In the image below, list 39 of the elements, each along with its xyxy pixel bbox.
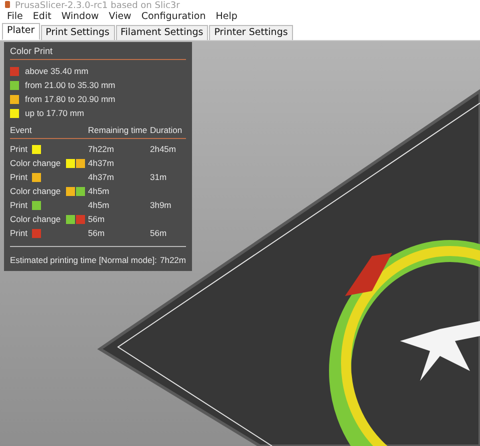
- remaining-time: 56m: [88, 228, 105, 238]
- menu-item[interactable]: Edit: [28, 10, 56, 22]
- column-header: Event: [10, 125, 33, 135]
- duration: 2h45m: [150, 144, 176, 154]
- duration: 3h9m: [150, 200, 172, 210]
- menu-item[interactable]: Window: [56, 10, 104, 22]
- tab[interactable]: Print Settings: [40, 25, 115, 40]
- estimate-value: 7h22m: [160, 255, 186, 265]
- event-label: Print: [10, 144, 28, 154]
- remaining-time: 4h5m: [88, 200, 110, 210]
- event-label: Print: [10, 200, 28, 210]
- remaining-time: 4h37m: [88, 158, 114, 168]
- remaining-time: 56m: [88, 214, 105, 224]
- column-header: Duration: [150, 125, 184, 135]
- legend-label: from 17.80 to 20.90 mm: [25, 94, 116, 104]
- remaining-time: 4h37m: [88, 172, 114, 182]
- remaining-time: 7h22m: [88, 144, 114, 154]
- legend-label: above 35.40 mm: [25, 66, 88, 76]
- event-label: Color change: [10, 158, 61, 168]
- tab[interactable]: Filament Settings: [116, 25, 208, 40]
- estimate-label: Estimated printing time [Normal mode]:: [10, 255, 157, 265]
- tab[interactable]: Printer Settings: [209, 25, 293, 40]
- event-label: Color change: [10, 186, 61, 196]
- duration: 31m: [150, 172, 167, 182]
- menu-item[interactable]: File: [2, 10, 28, 22]
- legend-label: from 21.00 to 35.30 mm: [25, 80, 116, 90]
- panel-title: Color Print: [10, 46, 186, 60]
- legend-label: up to 17.70 mm: [25, 108, 84, 118]
- menu-item[interactable]: Help: [210, 10, 242, 22]
- tab[interactable]: Plater: [2, 23, 40, 40]
- event-label: Color change: [10, 214, 61, 224]
- event-label: Print: [10, 228, 28, 238]
- menu-item[interactable]: View: [104, 10, 136, 22]
- duration: 56m: [150, 228, 167, 238]
- window-title: PrusaSlicer-2.3.0-rc1 based on Slic3r: [15, 2, 180, 8]
- menu-item[interactable]: Configuration: [136, 10, 211, 22]
- remaining-time: 4h5m: [88, 186, 110, 196]
- event-label: Print: [10, 172, 28, 182]
- column-header: Remaining time: [88, 125, 148, 135]
